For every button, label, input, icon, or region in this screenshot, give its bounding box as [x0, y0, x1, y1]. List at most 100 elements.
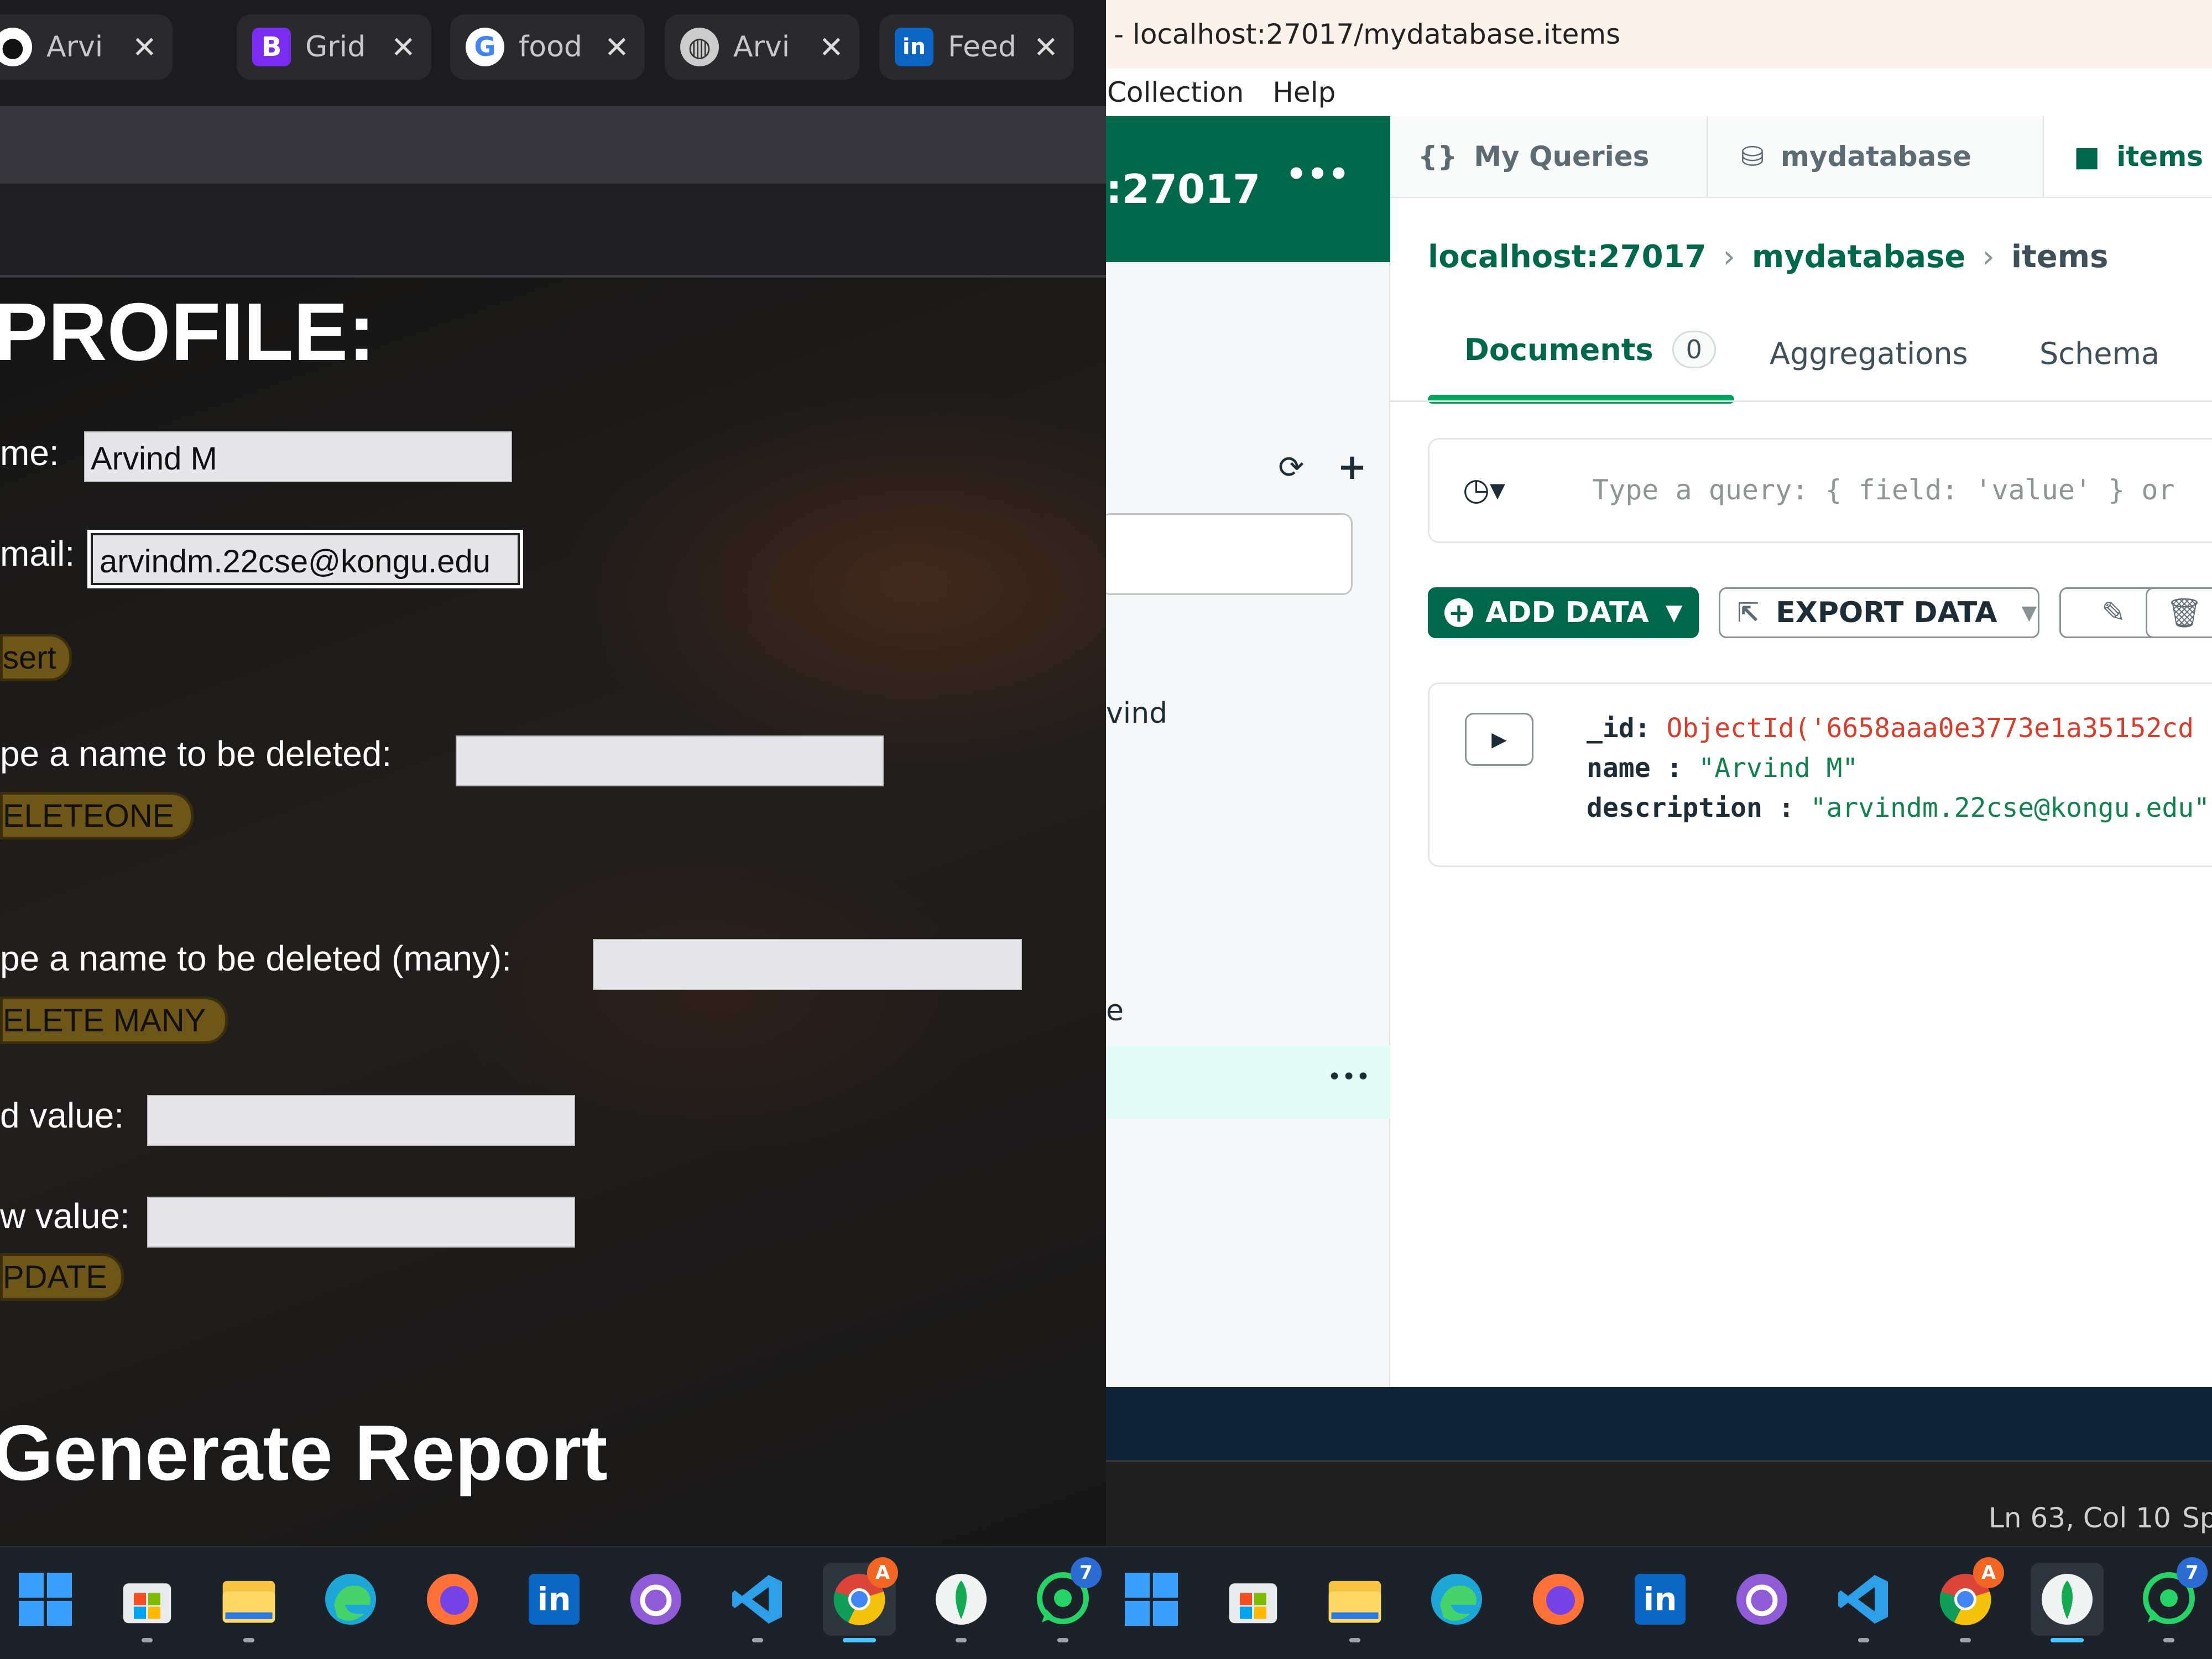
- mongodb-compass-icon[interactable]: [925, 1563, 998, 1642]
- browser-tab-globe[interactable]: ◍ Arvi ✕: [665, 14, 859, 80]
- connection-name: :27017: [1106, 166, 1261, 212]
- browser-tab-github[interactable]: ● Arvi ✕: [0, 14, 173, 80]
- export-data-button[interactable]: ⇱ EXPORT DATA ▼: [1719, 587, 2039, 638]
- page-title: PROFILE:: [0, 286, 375, 378]
- sidebar-item-partial[interactable]: vind: [1106, 697, 1167, 730]
- breadcrumb-database[interactable]: mydatabase: [1752, 239, 1965, 275]
- microsoft-store-icon[interactable]: [1217, 1563, 1290, 1636]
- tab-label: mydatabase: [1780, 140, 1971, 173]
- query-bar: ◷▾ Type a query: { field: 'value' } or: [1428, 438, 2212, 543]
- sidebar-item-selected[interactable]: •••: [1106, 1045, 1390, 1119]
- field-value: ObjectId('6658aaa0e3773e1a35152cd: [1666, 713, 2194, 744]
- globe-icon: ◍: [680, 28, 719, 66]
- menu-collection[interactable]: Collection: [1107, 76, 1244, 108]
- breadcrumb-connection[interactable]: localhost:27017: [1428, 239, 1707, 275]
- tab-aggregations[interactable]: Aggregations: [1770, 336, 1968, 371]
- vscode-icon[interactable]: [721, 1563, 794, 1642]
- breadcrumb: localhost:27017 › mydatabase › items: [1428, 239, 2108, 275]
- tab-my-queries[interactable]: {} My Queries: [1390, 116, 1708, 197]
- sidebar-filter-input[interactable]: [1106, 513, 1353, 595]
- chevron-right-icon: ›: [1723, 239, 1735, 275]
- sidebar-item-partial-2[interactable]: e: [1106, 994, 1124, 1027]
- firefox-icon[interactable]: [1522, 1563, 1595, 1636]
- vscode-icon[interactable]: [1827, 1563, 1900, 1642]
- old-value-label: d value:: [0, 1095, 124, 1135]
- browser-tab-bootstrap[interactable]: B Grid ✕: [237, 14, 431, 80]
- name-input[interactable]: Arvind M: [84, 431, 512, 482]
- linkedin-icon[interactable]: in: [518, 1563, 591, 1636]
- expand-document-icon[interactable]: ▶: [1465, 713, 1533, 766]
- firefox-icon[interactable]: [416, 1563, 489, 1636]
- linkedin-icon[interactable]: in: [1624, 1563, 1697, 1636]
- taskbar: in A 7 in A 7: [0, 1546, 2212, 1659]
- edge-icon[interactable]: [1420, 1563, 1493, 1636]
- browser-address-bar[interactable]: [0, 106, 1106, 184]
- old-value-input[interactable]: [147, 1095, 575, 1146]
- tab-label: food: [519, 30, 582, 64]
- browser-tab-google[interactable]: G food ✕: [450, 14, 645, 80]
- status-partial[interactable]: Sp: [2182, 1502, 2212, 1534]
- new-value-input[interactable]: [147, 1197, 575, 1248]
- windows-start-icon[interactable]: [1115, 1563, 1188, 1636]
- tab-schema[interactable]: Schema: [2039, 336, 2159, 371]
- editor-status-bar: Ln 63, Col 10 Sp: [1106, 1460, 2212, 1546]
- cursor-position[interactable]: Ln 63, Col 10: [1989, 1502, 2171, 1534]
- whatsapp-icon[interactable]: 7: [1026, 1557, 1102, 1642]
- chrome-profile-badge: A: [867, 1557, 898, 1588]
- add-data-button[interactable]: + ADD DATA ▼: [1428, 587, 1699, 638]
- github-desktop-icon[interactable]: [619, 1563, 692, 1636]
- menu-help[interactable]: Help: [1272, 76, 1335, 108]
- document-field-name: name : "Arvind M": [1587, 753, 1858, 784]
- query-input[interactable]: Type a query: { field: 'value' } or: [1592, 474, 2175, 506]
- tab-label: Arvi: [46, 30, 103, 64]
- chrome-icon[interactable]: A: [823, 1557, 898, 1642]
- more-options-icon[interactable]: •••: [1327, 1063, 1370, 1091]
- mongodb-compass-icon[interactable]: [2031, 1563, 2104, 1642]
- trash-icon[interactable]: 🗑: [2146, 587, 2212, 638]
- field-key: name :: [1587, 753, 1683, 784]
- update-button[interactable]: PDATE: [0, 1253, 124, 1301]
- browser-tab-linkedin[interactable]: in Feed ✕: [879, 14, 1074, 80]
- linkedin-icon: in: [895, 28, 933, 66]
- refresh-icon[interactable]: ⟳: [1272, 448, 1311, 487]
- export-icon: ⇱: [1737, 597, 1760, 628]
- delete-many-input[interactable]: [593, 939, 1022, 990]
- close-tab-icon[interactable]: ✕: [604, 30, 629, 65]
- tab-items[interactable]: ■ items: [2044, 116, 2212, 197]
- whatsapp-icon[interactable]: 7: [2132, 1557, 2208, 1642]
- tab-mydatabase[interactable]: ⛁ mydatabase: [1708, 116, 2044, 197]
- delete-one-button[interactable]: ELETEONE: [0, 792, 194, 839]
- file-explorer-icon[interactable]: [212, 1563, 285, 1642]
- tab-label: My Queries: [1474, 140, 1650, 173]
- delete-one-input[interactable]: [456, 735, 884, 786]
- browser-window: ● Arvi ✕ B Grid ✕ G food ✕ ◍ Arvi ✕ in F…: [0, 0, 1106, 1546]
- email-input[interactable]: arvindm.22cse@kongu.edu: [87, 530, 523, 588]
- braces-icon: {}: [1418, 140, 1458, 173]
- connection-header[interactable]: :27017 •••: [1106, 116, 1390, 262]
- more-options-icon[interactable]: •••: [1286, 155, 1349, 194]
- windows-start-icon[interactable]: [9, 1563, 82, 1636]
- close-tab-icon[interactable]: ✕: [1034, 30, 1058, 65]
- chevron-down-icon: ▼: [2021, 601, 2037, 624]
- report-heading: Generate Report: [0, 1409, 608, 1497]
- whatsapp-unread-badge: 7: [1071, 1557, 1102, 1588]
- github-desktop-icon[interactable]: [1725, 1563, 1798, 1636]
- tab-label: Arvi: [733, 30, 790, 64]
- insert-button[interactable]: sert: [0, 634, 72, 681]
- close-tab-icon[interactable]: ✕: [132, 30, 157, 65]
- add-data-label: ADD DATA: [1485, 596, 1649, 629]
- close-tab-icon[interactable]: ✕: [819, 30, 844, 65]
- microsoft-store-icon[interactable]: [111, 1563, 184, 1642]
- active-tab-indicator: [1428, 395, 1734, 404]
- tab-documents[interactable]: Documents 0: [1428, 331, 1716, 368]
- chrome-icon[interactable]: A: [1929, 1557, 2004, 1642]
- menu-bar: Collection Help: [1106, 69, 2212, 116]
- email-label: mail:: [0, 534, 75, 573]
- edge-icon[interactable]: [314, 1563, 387, 1636]
- file-explorer-icon[interactable]: [1318, 1563, 1391, 1642]
- clock-history-icon[interactable]: ◷▾: [1463, 472, 1505, 508]
- close-tab-icon[interactable]: ✕: [391, 30, 416, 65]
- whatsapp-unread-badge: 7: [2177, 1557, 2208, 1588]
- add-database-icon[interactable]: +: [1333, 447, 1371, 488]
- delete-many-button[interactable]: ELETE MANY: [0, 997, 228, 1044]
